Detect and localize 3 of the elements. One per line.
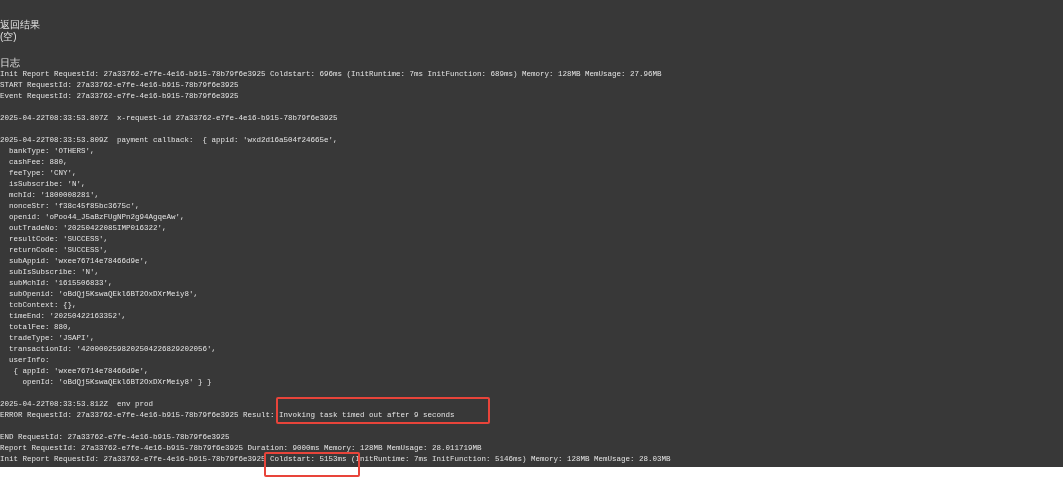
section-heading: 日志 — [0, 56, 20, 69]
section-heading: 返回结果 — [0, 19, 40, 31]
result-value: (空) — [0, 31, 17, 43]
